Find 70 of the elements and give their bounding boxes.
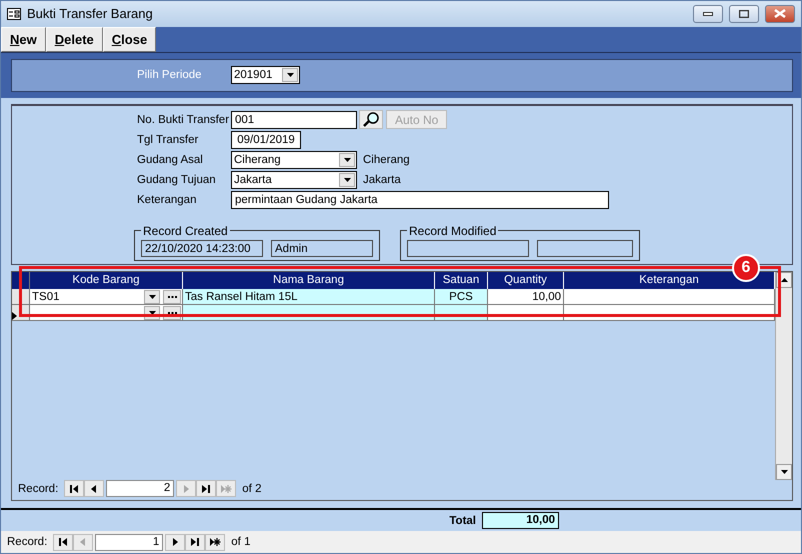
field-label: Keterangan [137, 194, 198, 206]
dropdown-arrow-icon [344, 158, 350, 162]
new-record-button[interactable] [205, 534, 226, 551]
current-record-icon [12, 312, 18, 320]
ellipsis-icon [168, 296, 176, 298]
total-label: Total [449, 514, 476, 526]
combo-box[interactable]: Ciherang [231, 150, 357, 169]
first-record-button[interactable] [53, 534, 74, 551]
last-record-icon [200, 484, 212, 494]
record-count: of 2 [242, 482, 262, 495]
text-field[interactable]: permintaan Gudang Jakarta [231, 190, 609, 209]
period-combo-box[interactable]: 201901 [231, 66, 300, 84]
last-record-button[interactable] [196, 480, 216, 498]
table-cell: 10,00 [488, 289, 564, 304]
window-title: Bukti Transfer Barang [27, 6, 154, 22]
text-field[interactable]: 001 [231, 110, 357, 129]
scroll-up-icon [780, 278, 788, 282]
last-record-button[interactable] [185, 534, 206, 551]
toolbar-button[interactable]: Delete [46, 26, 103, 52]
field-label: No. Bukti Transfer [137, 114, 230, 126]
combo-box[interactable]: Jakarta [231, 170, 357, 189]
step-badge: 6 [732, 254, 760, 282]
warehouse-name: Ciherang [363, 154, 410, 166]
readonly-field: Admin [271, 240, 373, 258]
cell-dropdown-button[interactable] [144, 290, 160, 304]
record-label: Record: [18, 482, 58, 495]
first-record-button[interactable] [64, 480, 84, 498]
dropdown-arrow-icon [344, 178, 350, 182]
dropdown-arrow-icon [148, 294, 156, 299]
dropdown-arrow-icon [780, 470, 788, 474]
dropdown-arrow-icon [286, 73, 294, 78]
new-record-icon [210, 537, 221, 548]
form-icon [7, 8, 21, 20]
record-number-field[interactable]: 1 [95, 534, 164, 551]
new-record-icon [220, 484, 232, 494]
minimize-button[interactable] [693, 4, 723, 23]
toolbar-button[interactable]: Close [102, 26, 156, 52]
next-record-button[interactable] [165, 534, 186, 551]
group-title: Record Created [142, 224, 229, 238]
field-label: Gudang Asal [137, 154, 204, 166]
previous-record-button[interactable] [84, 480, 104, 498]
first-record-icon [58, 537, 69, 548]
toolbar-button[interactable]: New [1, 26, 46, 52]
record-label: Record: [7, 536, 48, 548]
period-label: Pilih Periode [137, 69, 203, 82]
browse-button[interactable] [163, 290, 181, 304]
ellipsis-icon [168, 312, 176, 314]
last-record-icon [190, 537, 201, 548]
dropdown-arrow-icon [148, 310, 156, 315]
table-cell: TS01 [32, 290, 60, 303]
minimize-icon [703, 12, 713, 16]
close-icon [774, 9, 786, 18]
field-label: Gudang Tujuan [137, 174, 217, 186]
total-field: 10,00 [482, 512, 559, 529]
scrollbar[interactable] [775, 272, 792, 480]
table-cell: PCS [435, 289, 488, 304]
warehouse-name: Jakarta [363, 174, 401, 186]
date-field[interactable]: 09/01/2019 [231, 130, 301, 149]
group-title: Record Modified [408, 224, 498, 238]
record-number-field[interactable]: 2 [106, 480, 174, 498]
first-record-icon [68, 484, 80, 494]
search-button[interactable] [359, 110, 383, 130]
record-count: of 1 [231, 536, 250, 548]
search-icon [362, 112, 380, 128]
maximize-button[interactable] [729, 4, 759, 23]
field-label: Tgl Transfer [137, 134, 200, 146]
maximize-icon [739, 10, 749, 18]
table-cell: Tas Ransel Hitam 15L [183, 289, 435, 304]
readonly-field: 22/10/2020 14:23:00 [141, 240, 263, 258]
close-window-button[interactable] [765, 4, 795, 23]
